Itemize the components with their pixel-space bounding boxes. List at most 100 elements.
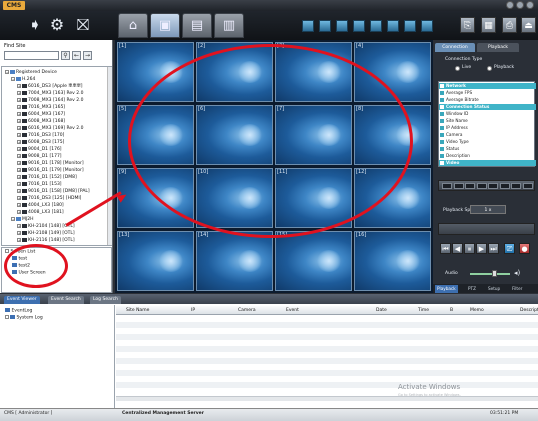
- next-arrow-icon[interactable]: →: [83, 51, 92, 60]
- screen-icon[interactable]: ⛝: [73, 14, 93, 36]
- event-column-header[interactable]: IP: [191, 307, 195, 314]
- log-tree-systemlog[interactable]: System Log: [5, 315, 43, 321]
- expand-icon[interactable]: −: [5, 69, 9, 74]
- speaker-icon[interactable]: ◂): [514, 269, 520, 277]
- play-icon[interactable]: ▶: [476, 243, 487, 254]
- tree-device-node[interactable]: +6016_DS3 [Apple 뽀뽀뽀]: [17, 83, 83, 90]
- expand-icon[interactable]: +: [17, 160, 21, 165]
- tree-device-node[interactable]: +7016_DS3 [170]: [17, 132, 64, 139]
- tree-device-node[interactable]: + KH-2108 [149] [OTL]: [17, 230, 75, 237]
- forward-icon[interactable]: ➧: [25, 14, 45, 36]
- seek-segment[interactable]: [488, 183, 498, 189]
- layout-13-icon[interactable]: [387, 20, 399, 32]
- expand-icon[interactable]: +: [17, 153, 21, 158]
- event-column-header[interactable]: Descript: [520, 307, 538, 314]
- prev-arrow-icon[interactable]: ←: [72, 51, 81, 60]
- snapshot-icon[interactable]: ⎚: [504, 243, 515, 254]
- tree-group-node[interactable]: − H.264: [11, 76, 35, 83]
- expand-icon[interactable]: +: [17, 90, 21, 95]
- step-back-icon[interactable]: ◀: [452, 243, 463, 254]
- tree-device-node[interactable]: +9016_D1 [178] [Monitor]: [17, 160, 84, 167]
- tab-event-viewer[interactable]: Event Viewer: [4, 296, 40, 304]
- expand-icon[interactable]: +: [17, 209, 21, 214]
- event-column-header[interactable]: Time: [418, 307, 429, 314]
- event-column-header[interactable]: Site Name: [126, 307, 149, 314]
- device-settings-icon[interactable]: ⚙: [47, 14, 67, 36]
- tab-playback[interactable]: ▤: [182, 13, 212, 38]
- tree-device-node[interactable]: +6004_MX3 [167]: [17, 111, 65, 118]
- close-button[interactable]: [526, 1, 534, 9]
- tree-device-node[interactable]: +6008_DS3 [175]: [17, 139, 64, 146]
- save-icon[interactable]: ⎘: [460, 17, 475, 33]
- video-cell[interactable]: [13]: [117, 231, 194, 291]
- print-icon[interactable]: ⎙: [502, 17, 517, 33]
- playback-seek-bar[interactable]: [438, 180, 535, 191]
- expand-icon[interactable]: +: [17, 202, 21, 207]
- exit-icon[interactable]: ⏏: [521, 17, 536, 33]
- layout-6-icon[interactable]: [336, 20, 348, 32]
- event-column-header[interactable]: B: [450, 307, 453, 314]
- playback-radio[interactable]: [487, 66, 492, 71]
- tree-device-node[interactable]: +7016_D1 [153]: [17, 181, 62, 188]
- step-forward-icon[interactable]: ⏭: [488, 243, 499, 254]
- tree-group-node[interactable]: − Registered Device: [5, 69, 57, 76]
- search-icon[interactable]: ⚲: [61, 51, 70, 60]
- layout-1-icon[interactable]: [302, 20, 314, 32]
- pause-icon[interactable]: ⏸: [464, 243, 475, 254]
- tree-scrollbar[interactable]: [107, 67, 112, 245]
- tree-device-node[interactable]: +6016_MX3 [169] Rev 2.0: [17, 125, 83, 132]
- expand-icon[interactable]: +: [17, 174, 21, 179]
- tab-setup[interactable]: Setup: [488, 285, 500, 293]
- tab-playback-info[interactable]: Playback: [477, 43, 519, 52]
- event-column-header[interactable]: Memo: [470, 307, 484, 314]
- event-column-header[interactable]: Date: [376, 307, 387, 314]
- layout-4-icon[interactable]: [319, 20, 331, 32]
- tree-device-node[interactable]: +7016_MX3 [165]: [17, 104, 65, 111]
- expand-icon[interactable]: +: [17, 83, 21, 88]
- tab-ptz[interactable]: PTZ: [468, 285, 476, 293]
- expand-icon[interactable]: +: [17, 118, 21, 123]
- layout-16-icon[interactable]: [404, 20, 416, 32]
- expand-icon[interactable]: +: [17, 237, 21, 242]
- expand-icon[interactable]: +: [17, 104, 21, 109]
- tab-log-search[interactable]: Log Search: [90, 296, 121, 304]
- seek-segment[interactable]: [511, 183, 521, 189]
- expand-icon[interactable]: +: [17, 188, 21, 193]
- tree-device-node[interactable]: +9016_D1 [158] [DM8] [PAL]: [17, 188, 90, 195]
- event-column-header[interactable]: Camera: [238, 307, 256, 314]
- minimize-button[interactable]: [506, 1, 514, 9]
- expand-icon[interactable]: +: [17, 167, 21, 172]
- event-column-header[interactable]: Event: [286, 307, 299, 314]
- tab-connection[interactable]: Connection: [435, 43, 475, 52]
- tree-device-node[interactable]: +7004_MX3 [163] Rev 2.0: [17, 90, 83, 97]
- live-radio[interactable]: [455, 66, 460, 71]
- tree-device-node[interactable]: +4008_LX3 [181]: [17, 209, 64, 216]
- event-log-hscroll[interactable]: [116, 396, 538, 401]
- audio-slider-knob[interactable]: [492, 270, 497, 277]
- rewind-icon[interactable]: ⏮: [440, 243, 451, 254]
- expand-icon[interactable]: +: [17, 132, 21, 137]
- video-cell[interactable]: [14]: [196, 231, 273, 291]
- tree-device-node[interactable]: + KH-2116 [148] [OTL]: [17, 237, 75, 244]
- tab-live-view[interactable]: ▣: [150, 13, 180, 38]
- tab-filter[interactable]: Filter: [512, 285, 522, 293]
- maximize-button[interactable]: [516, 1, 524, 9]
- capture-icon[interactable]: ▦: [481, 17, 496, 33]
- expand-icon[interactable]: −: [11, 76, 15, 81]
- seek-segment[interactable]: [465, 183, 475, 189]
- expand-icon[interactable]: +: [17, 139, 21, 144]
- tree-device-node[interactable]: +9008_D1 [177]: [17, 153, 62, 160]
- layout-fullscreen-icon[interactable]: [421, 20, 433, 32]
- tree-device-node[interactable]: +6008_MX3 [168]: [17, 118, 65, 125]
- record-icon[interactable]: ●: [519, 243, 530, 254]
- tree-device-node[interactable]: +4004_LX3 [180]: [17, 202, 64, 209]
- tree-device-node[interactable]: +7016_D1 [152] [DM8]: [17, 174, 77, 181]
- expand-icon[interactable]: +: [17, 223, 21, 228]
- layout-8-icon[interactable]: [353, 20, 365, 32]
- expand-icon[interactable]: +: [17, 181, 21, 186]
- timeline-bar[interactable]: [438, 223, 535, 235]
- tree-device-node[interactable]: +9004_D1 [176]: [17, 146, 62, 153]
- tab-event-map[interactable]: ▥: [214, 13, 244, 38]
- expand-icon[interactable]: +: [17, 97, 21, 102]
- seek-segment[interactable]: [522, 183, 533, 189]
